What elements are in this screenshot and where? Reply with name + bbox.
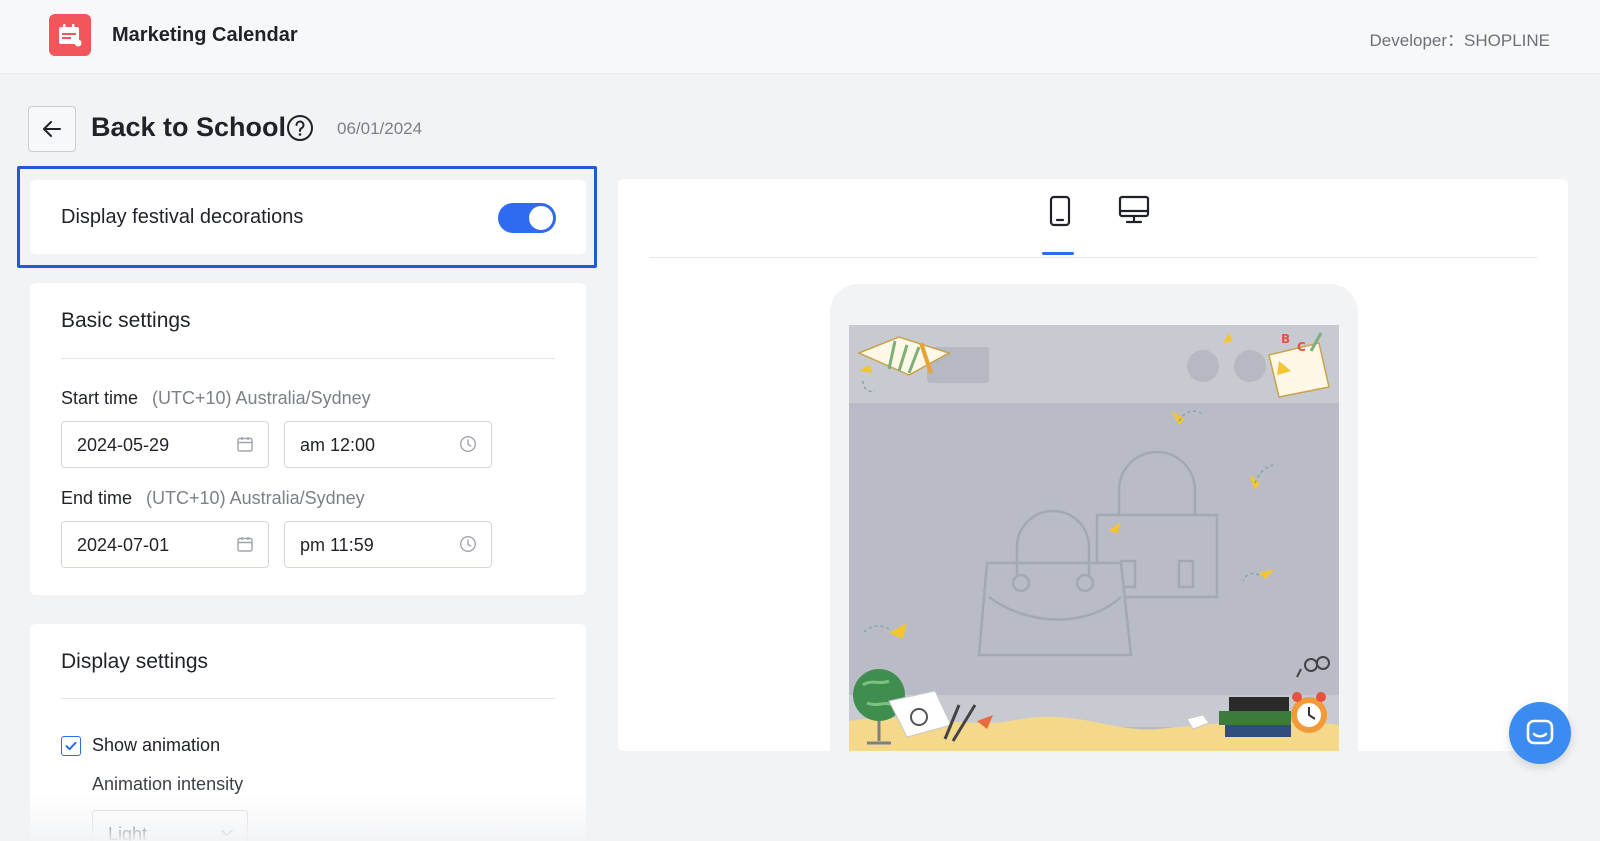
- phone-preview-screen: B C: [849, 325, 1339, 751]
- calendar-icon: [237, 537, 253, 552]
- calendar-logo-icon: [49, 14, 91, 56]
- start-timezone: (UTC+10) Australia/Sydney: [152, 388, 371, 408]
- divider: [61, 698, 555, 699]
- animation-intensity-value: Light: [108, 824, 148, 841]
- books-icon: [1219, 697, 1291, 737]
- basic-settings-title: Basic settings: [61, 309, 191, 332]
- check-icon: [65, 741, 77, 751]
- start-time-input[interactable]: am 12:00: [284, 421, 492, 468]
- tab-mobile-preview[interactable]: [1038, 195, 1082, 241]
- festival-decorations-toggle[interactable]: [498, 203, 556, 233]
- tab-desktop-preview[interactable]: [1112, 195, 1156, 241]
- end-time-input[interactable]: pm 11:59: [284, 521, 492, 568]
- top-bar: Marketing Calendar Developer：SHOPLINE: [0, 0, 1600, 74]
- app-title: Marketing Calendar: [112, 24, 298, 46]
- divider: [649, 257, 1537, 258]
- show-animation-checkbox[interactable]: [61, 736, 81, 756]
- end-date-input[interactable]: 2024-07-01: [61, 521, 269, 568]
- svg-text:C: C: [1297, 340, 1306, 354]
- active-tab-indicator: [1042, 252, 1074, 255]
- display-settings-title: Display settings: [61, 650, 209, 673]
- alarm-clock-icon: [1291, 692, 1327, 733]
- abc-book-icon: B C: [1268, 332, 1330, 398]
- page-date: 06/01/2024: [337, 119, 423, 138]
- start-date-input[interactable]: 2024-05-29: [61, 421, 269, 468]
- end-time-text: End time: [61, 488, 133, 508]
- divider: [61, 358, 555, 359]
- book-icon: [857, 336, 951, 376]
- clock-icon: [459, 535, 477, 553]
- clock-icon: [459, 435, 477, 453]
- mobile-icon: [1049, 195, 1071, 227]
- chat-support-button[interactable]: [1509, 702, 1571, 764]
- calendar-icon: [237, 437, 253, 452]
- display-settings-card: Display settings Show animation Animatio…: [30, 624, 586, 841]
- desktop-icon: [1118, 195, 1150, 224]
- festival-decorations-label: Display festival decorations: [61, 206, 304, 228]
- start-time-label: Start time (UTC+10) Australia/Sydney: [61, 388, 371, 409]
- svg-text:B: B: [1281, 332, 1290, 346]
- start-time-text: Start time: [61, 388, 139, 408]
- end-time-value: pm 11:59: [300, 535, 374, 555]
- back-button[interactable]: [28, 106, 76, 152]
- start-time-value: am 12:00: [300, 435, 376, 455]
- preview-panel: B C: [618, 179, 1568, 751]
- end-timezone: (UTC+10) Australia/Sydney: [146, 488, 365, 508]
- end-date-value: 2024-07-01: [77, 535, 170, 555]
- show-animation-label[interactable]: Show animation: [92, 735, 220, 756]
- animation-intensity-select[interactable]: Light: [92, 810, 248, 841]
- page-title: Back to School: [91, 112, 287, 142]
- help-icon[interactable]: [286, 114, 314, 147]
- chevron-down-icon: [221, 829, 233, 837]
- chat-icon: [1526, 719, 1554, 745]
- animation-intensity-label: Animation intensity: [92, 774, 244, 794]
- developer-label: Developer：SHOPLINE: [1369, 31, 1550, 50]
- arrow-left-icon: [43, 121, 61, 137]
- end-time-label: End time (UTC+10) Australia/Sydney: [61, 488, 365, 509]
- phone-preview-frame: B C: [830, 284, 1358, 751]
- festival-decorations-card: Display festival decorations: [30, 180, 586, 254]
- shopping-bag-icon: [977, 450, 1219, 657]
- basic-settings-card: Basic settings Start time (UTC+10) Austra…: [30, 283, 586, 595]
- toggle-knob: [529, 206, 553, 230]
- back-to-school-decoration-illustration: B C: [849, 332, 1339, 751]
- start-date-value: 2024-05-29: [77, 435, 170, 455]
